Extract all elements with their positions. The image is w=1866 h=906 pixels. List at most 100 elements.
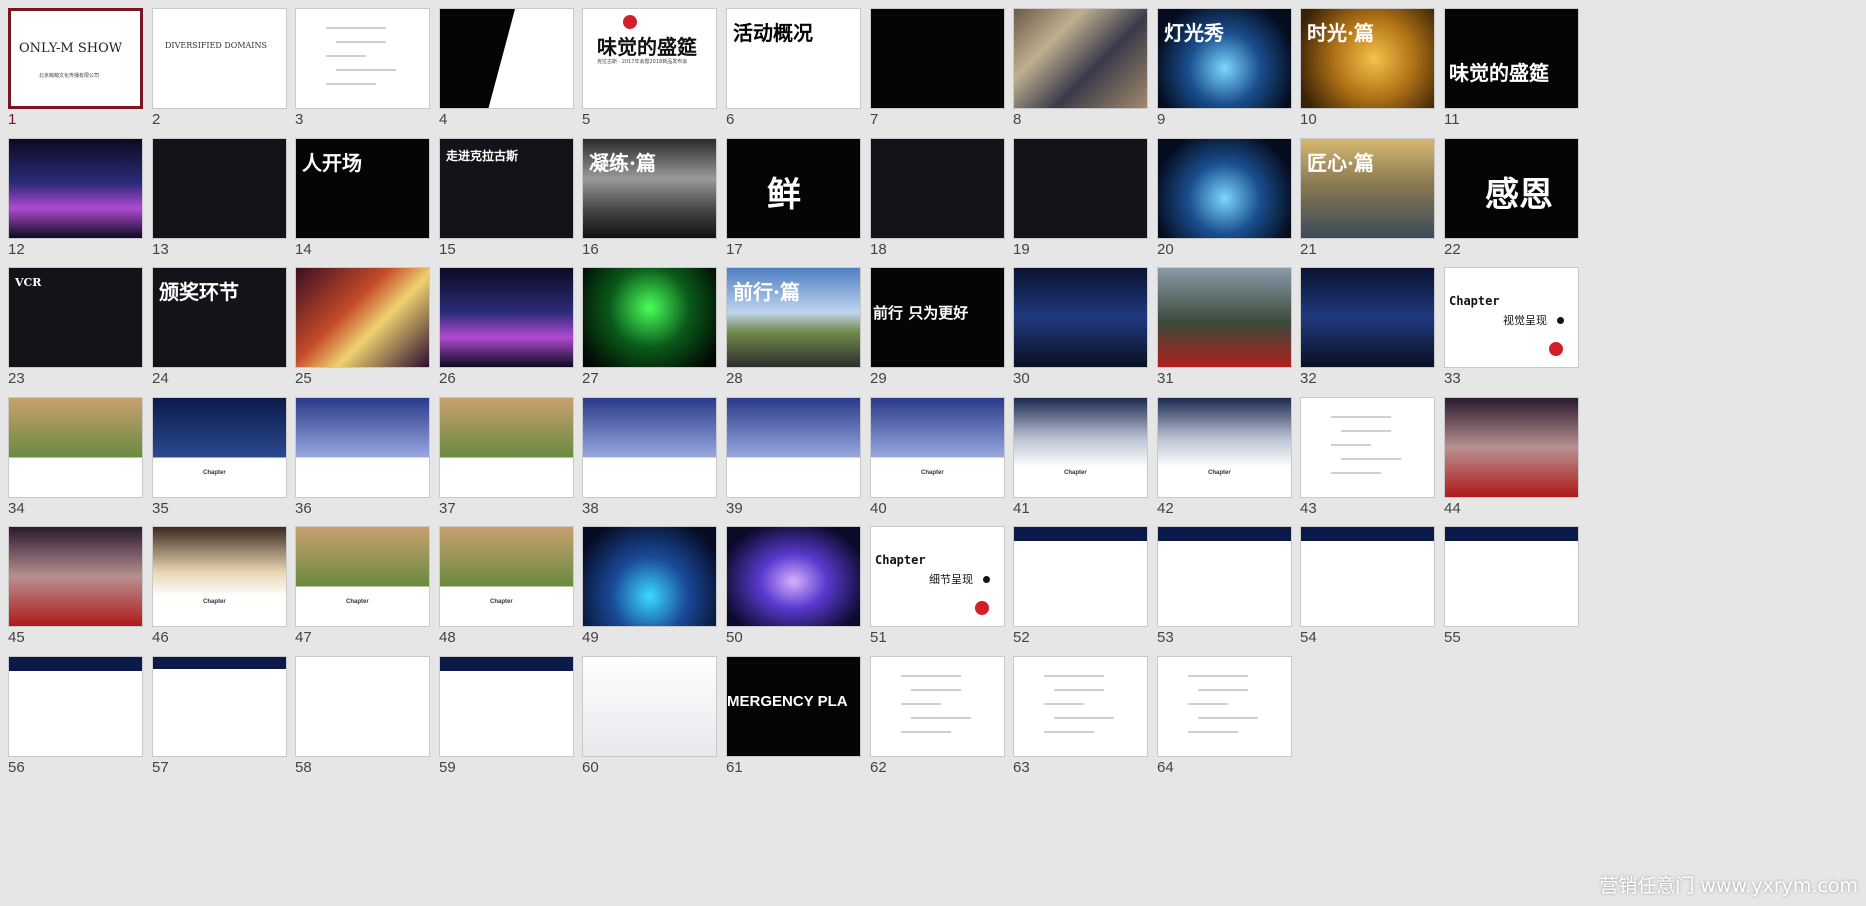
slide-preview[interactable] [582,526,717,627]
slide-thumbnail-7[interactable]: 7 [860,0,1005,128]
slide-preview[interactable]: Chapter [295,526,430,627]
slide-preview[interactable] [1013,267,1148,368]
slide-preview[interactable] [1157,656,1292,757]
slide-preview[interactable] [1157,267,1292,368]
slide-preview[interactable] [8,397,143,498]
slide-thumbnail-40[interactable]: Chapter 40 [860,387,1005,517]
slide-thumbnail-15[interactable]: 走进克拉古斯 15 [429,128,574,258]
slide-preview[interactable] [295,267,430,368]
slide-preview[interactable]: 走进克拉古斯 [439,138,574,239]
slide-thumbnail-20[interactable]: 20 [1147,128,1292,258]
slide-preview[interactable] [295,8,430,109]
slide-thumbnail-30[interactable]: 30 [1003,257,1148,387]
slide-preview[interactable] [726,397,861,498]
slide-preview[interactable]: 活动概况 [726,8,861,109]
slide-thumbnail-49[interactable]: 49 [572,516,717,646]
slide-preview[interactable]: DIVERSIFIED DOMAINS [152,8,287,109]
slide-preview[interactable]: Chapter [439,526,574,627]
slide-preview[interactable] [1013,656,1148,757]
slide-preview[interactable] [1157,526,1292,627]
slide-preview[interactable] [870,138,1005,239]
slide-preview[interactable] [726,526,861,627]
slide-preview[interactable] [1013,526,1148,627]
slide-thumbnail-36[interactable]: 36 [285,387,430,517]
slide-preview[interactable] [1013,138,1148,239]
slide-thumbnail-25[interactable]: 25 [285,257,430,387]
slide-thumbnail-9[interactable]: 灯光秀 9 [1147,0,1292,128]
slide-thumbnail-46[interactable]: Chapter 46 [142,516,287,646]
slide-thumbnail-61[interactable]: MERGENCY PLA 61 [716,646,861,776]
slide-thumbnail-26[interactable]: 26 [429,257,574,387]
slide-preview[interactable]: 凝练·篇 [582,138,717,239]
slide-preview[interactable] [870,8,1005,109]
slide-preview[interactable]: Chapter 视觉呈现 [1444,267,1579,368]
slide-thumbnail-18[interactable]: 18 [860,128,1005,258]
slide-thumbnail-56[interactable]: 56 [0,646,143,776]
slide-thumbnail-32[interactable]: 32 [1290,257,1435,387]
slide-thumbnail-31[interactable]: 31 [1147,257,1292,387]
slide-preview[interactable] [295,656,430,757]
slide-preview[interactable]: 匠心·篇 [1300,138,1435,239]
slide-thumbnail-52[interactable]: 52 [1003,516,1148,646]
slide-thumbnail-27[interactable]: 27 [572,257,717,387]
slide-preview[interactable]: Chapter [152,397,287,498]
slide-thumbnail-51[interactable]: Chapter 细节呈现 51 [860,516,1005,646]
slide-thumbnail-16[interactable]: 凝练·篇 16 [572,128,717,258]
slide-thumbnail-17[interactable]: 鲜 17 [716,128,861,258]
slide-thumbnail-4[interactable]: 4 [429,0,574,128]
slide-thumbnail-23[interactable]: VCR 23 [0,257,143,387]
slide-preview[interactable]: 灯光秀 [1157,8,1292,109]
slide-preview[interactable] [439,267,574,368]
slide-preview[interactable] [582,267,717,368]
slide-thumbnail-39[interactable]: 39 [716,387,861,517]
slide-preview[interactable] [582,656,717,757]
slide-thumbnail-60[interactable]: 60 [572,646,717,776]
slide-thumbnail-33[interactable]: Chapter 视觉呈现 33 [1434,257,1579,387]
slide-thumbnail-62[interactable]: 62 [860,646,1005,776]
slide-thumbnail-12[interactable]: 12 [0,128,143,258]
slide-thumbnail-64[interactable]: 64 [1147,646,1292,776]
slide-thumbnail-13[interactable]: 13 [142,128,287,258]
slide-preview[interactable] [1300,397,1435,498]
slide-preview[interactable]: 人开场 [295,138,430,239]
slide-thumbnail-21[interactable]: 匠心·篇 21 [1290,128,1435,258]
slide-thumbnail-59[interactable]: 59 [429,646,574,776]
slide-preview[interactable] [152,138,287,239]
slide-thumbnail-2[interactable]: DIVERSIFIED DOMAINS 2 [142,0,287,128]
slide-thumbnail-35[interactable]: Chapter 35 [142,387,287,517]
slide-preview[interactable]: 颁奖环节 [152,267,287,368]
slide-preview[interactable] [1444,397,1579,498]
slide-preview[interactable]: 前行·篇 [726,267,861,368]
slide-thumbnail-55[interactable]: 55 [1434,516,1579,646]
slide-thumbnail-43[interactable]: 43 [1290,387,1435,517]
slide-preview[interactable] [152,656,287,757]
slide-preview[interactable]: Chapter [1013,397,1148,498]
slide-preview[interactable] [1300,526,1435,627]
slide-thumbnail-45[interactable]: 45 [0,516,143,646]
slide-thumbnail-34[interactable]: 34 [0,387,143,517]
slide-preview[interactable]: Chapter [152,526,287,627]
slide-thumbnail-53[interactable]: 53 [1147,516,1292,646]
slide-preview[interactable] [439,8,574,109]
slide-thumbnail-50[interactable]: 50 [716,516,861,646]
slide-preview[interactable]: 时光·篇 [1300,8,1435,109]
slide-preview[interactable] [1013,8,1148,109]
slide-preview[interactable]: 味觉的盛筵 克拉古斯 · 2017年会暨2018新品发布会 [582,8,717,109]
slide-thumbnail-38[interactable]: 38 [572,387,717,517]
slide-thumbnail-63[interactable]: 63 [1003,646,1148,776]
slide-preview[interactable]: Chapter [1157,397,1292,498]
slide-preview[interactable] [1444,526,1579,627]
slide-thumbnail-28[interactable]: 前行·篇 28 [716,257,861,387]
slide-thumbnail-14[interactable]: 人开场 14 [285,128,430,258]
slide-thumbnail-22[interactable]: 感恩 22 [1434,128,1579,258]
slide-preview[interactable] [8,138,143,239]
slide-preview[interactable]: ONLY-M SHOW 北京萌萌文化传播有限公司 [8,8,143,109]
slide-preview[interactable]: VCR [8,267,143,368]
slide-preview[interactable]: Chapter 细节呈现 [870,526,1005,627]
slide-preview[interactable] [8,526,143,627]
slide-preview[interactable]: 感恩 [1444,138,1579,239]
slide-thumbnail-6[interactable]: 活动概况 6 [716,0,861,128]
slide-thumbnail-19[interactable]: 19 [1003,128,1148,258]
slide-thumbnail-57[interactable]: 57 [142,646,287,776]
slide-preview[interactable] [1300,267,1435,368]
